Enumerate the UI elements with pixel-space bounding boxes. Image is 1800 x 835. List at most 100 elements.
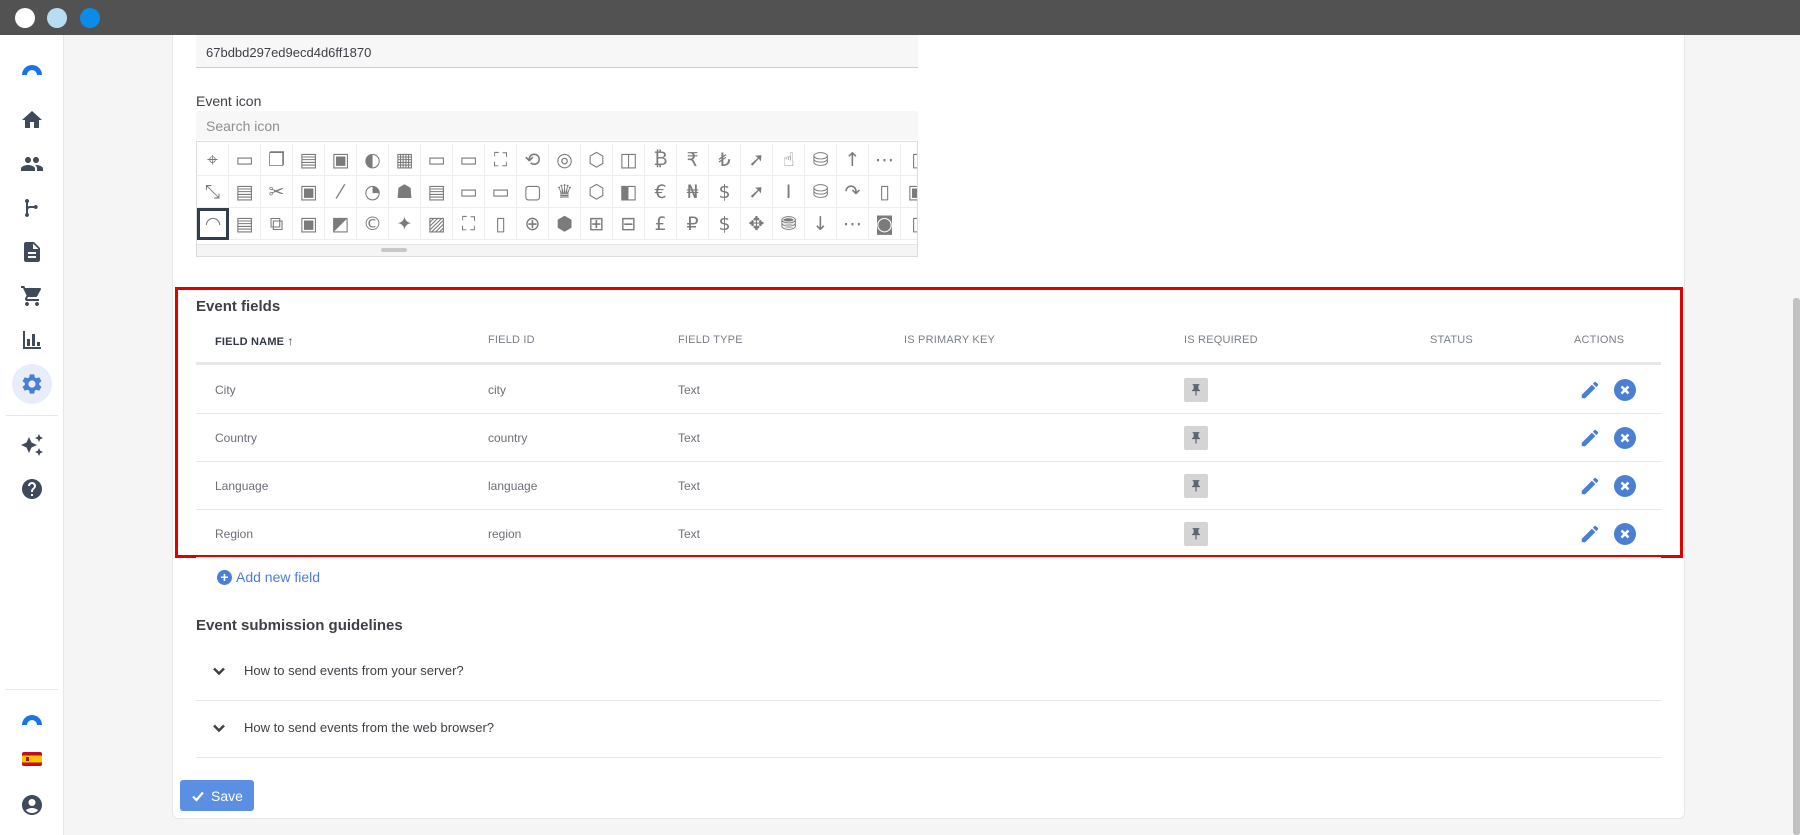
icon-option[interactable]: ▭ [453,176,485,208]
app-logo-icon[interactable] [12,699,52,739]
icon-option[interactable]: ◎ [549,144,581,176]
add-new-field-button[interactable]: + Add new field [217,569,320,585]
icon-option[interactable]: ▭ [453,144,485,176]
icon-option[interactable]: ↷ [837,176,869,208]
icon-option[interactable]: ☗ [389,176,421,208]
icon-option[interactable]: ⋯ [869,144,901,176]
icon-option[interactable]: ◐ [357,144,389,176]
icon-option[interactable]: ⁄ [325,176,357,208]
column-header-status[interactable]: STATUS [1430,334,1473,346]
icon-option[interactable]: ☝ [773,144,805,176]
required-pin-toggle[interactable] [1184,474,1208,498]
icon-option[interactable]: ◙ [869,208,901,240]
accordion-browser-events[interactable]: How to send events from the web browser? [196,701,1661,758]
logo-icon[interactable] [12,49,52,89]
icon-option[interactable]: ↑ [837,144,869,176]
icon-option[interactable]: ⛶ [485,144,517,176]
delete-field-button[interactable] [1614,523,1636,545]
icon-option[interactable]: ⌖ [197,144,229,176]
icon-option[interactable]: ➚ [741,176,773,208]
icon-option[interactable]: ◔ [357,176,389,208]
icon-option[interactable]: ⊕ [517,208,549,240]
icon-option[interactable]: ⧉ [261,208,293,240]
edit-field-button[interactable] [1578,474,1602,498]
spain-flag-icon[interactable] [12,739,52,779]
icon-option[interactable]: ▤ [229,176,261,208]
icon-option[interactable]: ▤ [421,176,453,208]
column-header-field-name[interactable]: FIELD NAME ↑ [215,334,294,348]
icon-grid-scroll-thumb[interactable] [381,248,407,252]
icon-option[interactable]: ₺ [709,144,741,176]
sort-ascending-icon[interactable]: ↑ [288,334,294,348]
column-header-field-type[interactable]: FIELD TYPE [678,334,743,346]
icon-option[interactable]: © [357,208,389,240]
save-button[interactable]: Save [180,780,254,811]
icon-option[interactable]: ▭ [485,176,517,208]
icon-option[interactable]: ◧ [613,176,645,208]
icon-option[interactable]: £ [645,208,677,240]
icon-option[interactable]: ▭ [229,144,261,176]
column-header-field-id[interactable]: FIELD ID [488,334,535,346]
icon-option[interactable]: ♛ [549,176,581,208]
icon-option[interactable]: ◩ [325,208,357,240]
icon-option[interactable]: ↓ [805,208,837,240]
icon-option[interactable]: ⛶ [453,208,485,240]
column-header-is-required[interactable]: IS REQUIRED [1184,334,1258,346]
icon-option[interactable]: ⬢ [549,208,581,240]
window-minimize-button[interactable] [47,8,67,28]
icon-option[interactable]: $ [709,176,741,208]
icon-option[interactable]: I [773,176,805,208]
delete-field-button[interactable] [1614,379,1636,401]
icon-option[interactable]: ✦ [389,208,421,240]
icon-option[interactable]: ₿ [645,144,677,176]
icon-option[interactable]: ⤡ [197,176,229,208]
icon-option[interactable]: ✂ [261,176,293,208]
cart-icon[interactable] [12,276,52,316]
icon-option[interactable]: ▤ [293,144,325,176]
icon-option[interactable]: ▯ [901,208,917,240]
icon-option[interactable]: ✥ [741,208,773,240]
icon-picker-grid[interactable]: ⌖▭❐▤▣◐▦▭▭⛶⟲◎⬡◫₿₹₺➚☝⛁↑⋯▯⤡▤✂▣⁄◔☗▤▭▭▢♛⬡◧€₦$… [196,141,918,257]
window-maximize-button[interactable] [80,8,100,28]
delete-field-button[interactable] [1614,475,1636,497]
required-pin-toggle[interactable] [1184,522,1208,546]
home-icon[interactable] [12,100,52,140]
page-scrollbar[interactable] [1793,298,1800,835]
required-pin-toggle[interactable] [1184,426,1208,450]
icon-option[interactable]: ❐ [261,144,293,176]
icon-option[interactable]: ▣ [901,176,917,208]
icon-option[interactable]: ▭ [421,144,453,176]
icon-search-input[interactable] [196,111,918,140]
icon-option[interactable]: ▯ [485,208,517,240]
icon-option[interactable]: $ [709,208,741,240]
delete-field-button[interactable] [1614,427,1636,449]
icon-option[interactable]: ⟲ [517,144,549,176]
sparkles-icon[interactable] [12,425,52,465]
account-icon[interactable] [12,785,52,825]
edit-field-button[interactable] [1578,378,1602,402]
icon-option[interactable]: ⋯ [837,208,869,240]
icon-option[interactable]: ⛁ [805,176,837,208]
icon-option[interactable]: € [645,176,677,208]
icon-option[interactable]: ⬡ [581,176,613,208]
flow-icon[interactable] [12,188,52,228]
icon-option[interactable]: ⬡ [581,144,613,176]
icon-option[interactable]: ⛁ [805,144,837,176]
icon-option[interactable]: ⊟ [613,208,645,240]
icon-option[interactable]: ▦ [389,144,421,176]
icon-option[interactable]: ⊞ [581,208,613,240]
icon-option[interactable]: ₦ [677,176,709,208]
edit-field-button[interactable] [1578,426,1602,450]
icon-option[interactable]: ◫ [613,144,645,176]
icon-option[interactable]: ₽ [677,208,709,240]
users-icon[interactable] [12,144,52,184]
icon-option[interactable]: ₹ [677,144,709,176]
column-header-is-primary-key[interactable]: IS PRIMARY KEY [904,334,995,346]
icon-option[interactable]: ▣ [325,144,357,176]
icon-option[interactable]: ▣ [293,208,325,240]
icon-option[interactable]: ▤ [229,208,261,240]
help-icon[interactable] [12,469,52,509]
icon-option[interactable]: ➚ [741,144,773,176]
icon-option[interactable]: ▢ [517,176,549,208]
document-icon[interactable] [12,232,52,272]
